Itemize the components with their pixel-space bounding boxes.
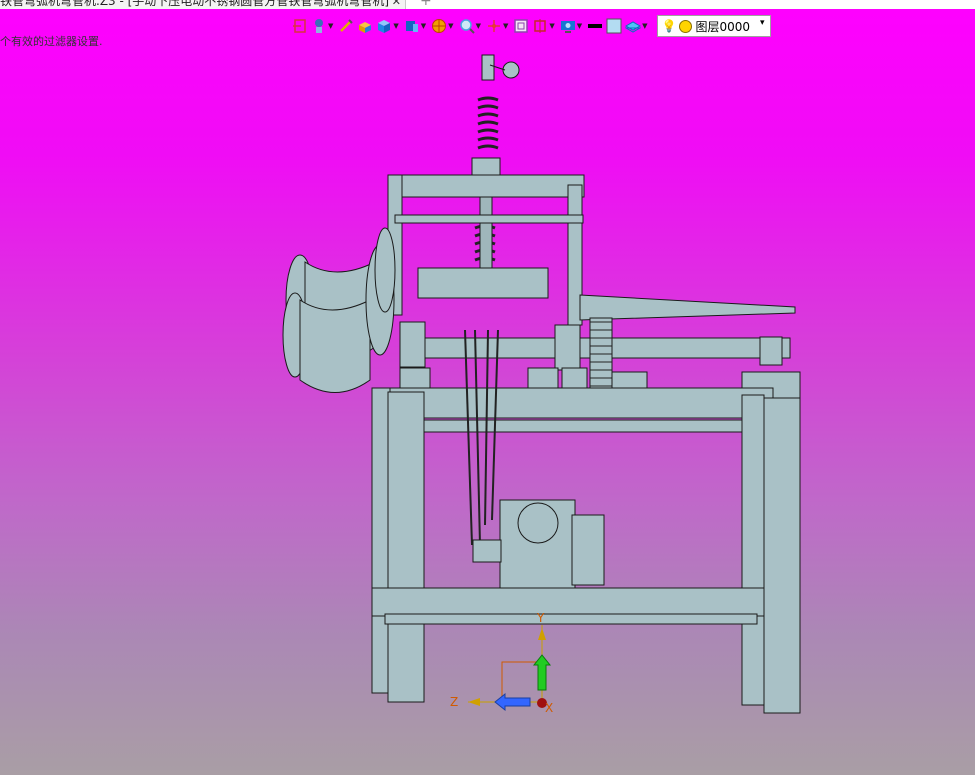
y-cone (538, 628, 546, 640)
color-wheel-button[interactable]: ▼ (431, 15, 455, 37)
motor-pulley (472, 539, 502, 563)
datum-plane-button[interactable]: ▼ (532, 15, 556, 37)
shaft-hub (554, 324, 581, 371)
close-tab-icon[interactable]: ✕ (392, 0, 401, 9)
sketch-frame-button[interactable] (513, 15, 529, 37)
layer-dropdown-icon[interactable]: ▾ (760, 18, 765, 28)
layer-selector[interactable]: 💡 图层0000 ▾ (656, 15, 771, 37)
snap-point-icon (486, 18, 502, 34)
z-axis-arrow (494, 692, 531, 712)
chevron-down-icon[interactable]: ▼ (328, 22, 333, 30)
shaft-coupling (399, 321, 426, 368)
shaft-end-bearing (759, 336, 783, 366)
chevron-down-icon[interactable]: ▼ (476, 22, 481, 30)
model-viewport[interactable]: Y Z X (0, 0, 975, 775)
chevron-down-icon[interactable]: ▼ (577, 22, 582, 30)
drive-gear (589, 317, 613, 394)
handle-knob (502, 61, 520, 79)
chevron-down-icon[interactable]: ▼ (549, 22, 554, 30)
render-mode-icon (311, 18, 327, 34)
electric-motor (571, 514, 605, 586)
document-tab[interactable]: 铁管弯弧机弯管机.Z3 - [手动下压电动不锈钢圆管方管铁管弯弧机弯管机] ✕ (0, 0, 406, 9)
insert-component-icon (292, 18, 308, 34)
sketch-frame-icon (513, 18, 529, 34)
cube-faces-icon (404, 18, 420, 34)
axis-triad: Y Z X (450, 611, 553, 715)
zoom-button[interactable]: ▼ (459, 15, 483, 37)
open-box-button[interactable] (357, 15, 373, 37)
upper-frame-top-bar (387, 174, 585, 198)
line-color-icon (587, 18, 603, 34)
bearing-block-left (399, 367, 431, 391)
table-left-leg-front (387, 391, 425, 703)
face-color-icon (606, 18, 622, 34)
open-box-icon (357, 18, 373, 34)
document-tab-bar: 铁管弯弧机弯管机.Z3 - [手动下压电动不锈钢圆管方管铁管弯弧机弯管机] ✕ … (0, 0, 975, 9)
pen-icon (338, 18, 354, 34)
new-tab-icon[interactable]: + (420, 0, 432, 9)
table-top-front-beam (377, 387, 774, 419)
chevron-down-icon[interactable]: ▼ (642, 22, 647, 30)
render-mode-button[interactable]: ▼ (311, 15, 335, 37)
x-axis-label: X (545, 701, 553, 715)
table-left-leg-back (371, 387, 391, 694)
press-slider-block (417, 267, 549, 299)
color-wheel-icon (431, 18, 447, 34)
document-tab-title: 铁管弯弧机弯管机.Z3 - [手动下压电动不锈钢圆管方管铁管弯弧机弯管机] (0, 0, 389, 8)
roller-dies (282, 227, 396, 393)
datum-plane-icon (532, 18, 548, 34)
chevron-down-icon[interactable]: ▼ (448, 22, 453, 30)
display-settings-button[interactable]: ▼ (560, 15, 584, 37)
layer-stack-button[interactable]: ▼ (624, 15, 649, 37)
reducer-flange (517, 502, 559, 544)
pen-button[interactable] (338, 15, 354, 37)
zoom-icon (459, 18, 475, 34)
line-color-button[interactable] (587, 15, 603, 37)
insert-component-button[interactable] (292, 15, 308, 37)
chevron-down-icon[interactable]: ▼ (503, 22, 508, 30)
shaded-cube-button[interactable]: ▼ (376, 15, 400, 37)
filter-status-message: 个有效的过滤器设置. (0, 35, 103, 48)
spindle-rod (579, 294, 796, 321)
chevron-down-icon[interactable]: ▼ (393, 22, 398, 30)
view-toolbar: ▼ ▼ ▼ ▼ ▼ ▼ ▼ ▼ ▼ 💡 图层0000 ▾ (292, 14, 892, 38)
triad-plane (501, 661, 543, 703)
cube-faces-button[interactable]: ▼ (404, 15, 428, 37)
light-bulb-icon: 💡 (661, 19, 677, 33)
face-color-button[interactable] (606, 15, 622, 37)
y-axis-label: Y (536, 611, 545, 625)
lower-cross-beam (371, 587, 765, 617)
upper-frame-crossbar (394, 214, 584, 224)
y-axis-arrow (532, 654, 552, 691)
table-right-leg-front (763, 397, 801, 714)
table-mid-beam (384, 419, 771, 433)
table-right-leg-back (741, 394, 765, 706)
layer-color-icon (679, 19, 693, 33)
display-settings-icon (560, 18, 576, 34)
chevron-down-icon[interactable]: ▼ (421, 22, 426, 30)
layer-stack-icon (624, 18, 643, 34)
drive-belts (464, 329, 499, 546)
z-cone (468, 698, 480, 706)
shaded-cube-icon (376, 18, 392, 34)
lower-beam-edge (384, 613, 758, 625)
screw-handle (481, 54, 495, 81)
z-axis-label: Z (450, 695, 458, 709)
layer-name: 图层0000 (695, 19, 751, 34)
snap-point-button[interactable]: ▼ (486, 15, 510, 37)
